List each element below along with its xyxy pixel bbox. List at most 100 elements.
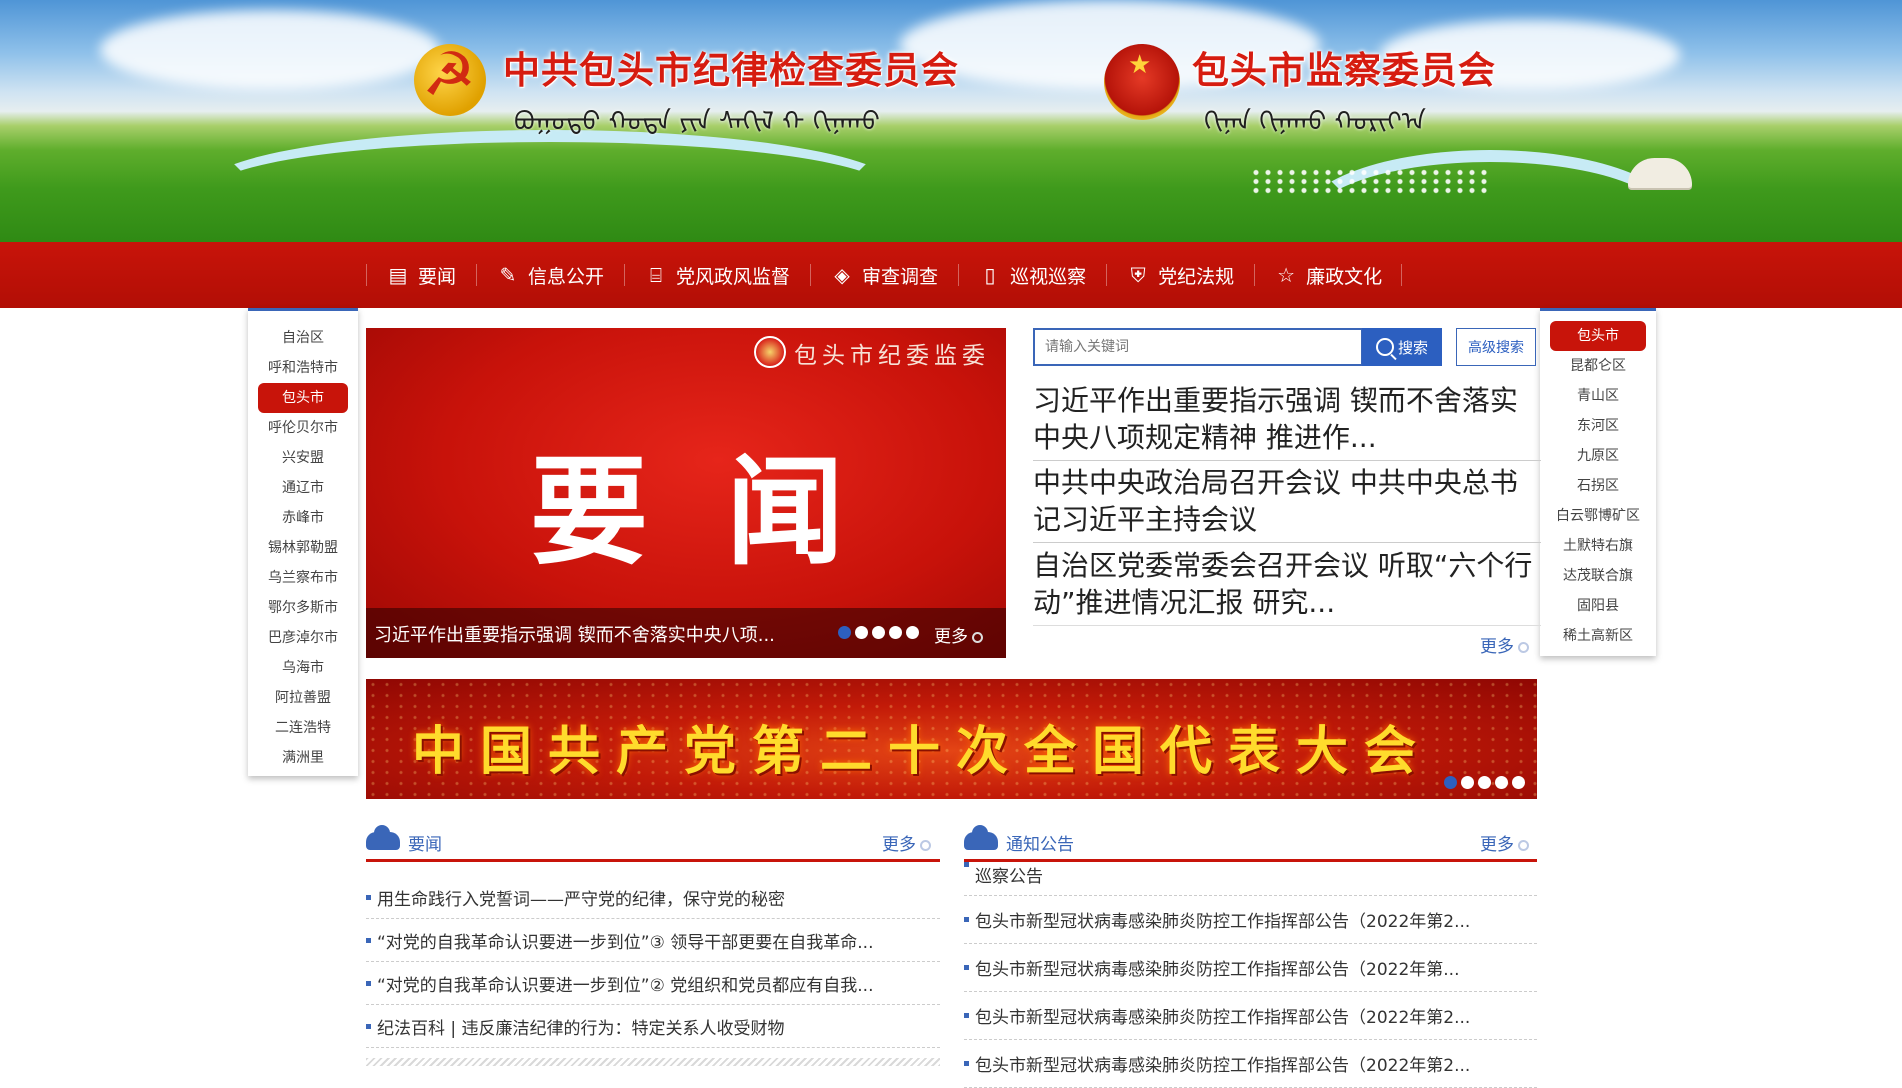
list-item[interactable]: “对党的自我革命认识要进一步到位”③ 领导干部更要在自我革命... <box>366 919 940 962</box>
region-item[interactable]: 呼伦贝尔市 <box>248 413 358 443</box>
slide-dot[interactable] <box>1461 776 1474 789</box>
slideshow-caption[interactable]: 习近平作出重要指示强调 锲而不舍落实中央八项... <box>374 621 824 647</box>
banner-dots <box>1444 776 1525 789</box>
search-icon <box>1375 338 1394 356</box>
discipline-commission-mongolian: ᠪᠤᠭᠤᠲᠤ ᠬᠣᠲᠠ ᠶᠢᠨ ᠰᠠᠬᠢᠯ ᠭ᠋ ᠬᠢᠨᠠᠬᠤ <box>514 107 880 137</box>
nav-label: 审查调查 <box>862 265 939 288</box>
nav-item-conduct-supervision[interactable]: ⌸ 党风政风监督 <box>624 242 810 308</box>
headline-link[interactable]: 习近平作出重要指示强调 锲而不舍落实中央八项规定精神 推进作... <box>1033 382 1541 461</box>
nav-item-info-disclosure[interactable]: ✎ 信息公开 <box>476 242 624 308</box>
search-button-label: 搜索 <box>1397 338 1428 357</box>
more-label: 更多 <box>882 835 916 855</box>
bullet-icon <box>366 980 371 986</box>
region-item-active[interactable]: 包头市 <box>258 383 348 413</box>
district-item[interactable]: 达茂联合旗 <box>1540 561 1656 591</box>
slide-dot[interactable] <box>889 626 902 639</box>
district-item[interactable]: 九原区 <box>1540 441 1656 471</box>
shield-plus-icon: ⛨ <box>1130 263 1146 287</box>
headlines-more-link[interactable]: 更多 <box>1480 632 1529 657</box>
nav-label: 巡视巡察 <box>1010 265 1087 288</box>
slideshow-more-link[interactable]: 更多 <box>934 622 983 647</box>
list-item-text: 包头市新型冠状病毒感染肺炎防控工作指挥部公告（2022年第2... <box>975 912 1471 932</box>
notice-more-link[interactable]: 更多 <box>1480 830 1529 855</box>
commission-logo-icon <box>754 336 786 368</box>
nav-item-investigation[interactable]: ◈ 审查调查 <box>810 242 958 308</box>
auspicious-cloud-icon <box>366 825 400 850</box>
list-item[interactable]: 巡察公告 <box>964 862 1537 896</box>
region-item[interactable]: 满洲里 <box>248 743 358 773</box>
nav-label: 党风政风监督 <box>676 265 791 288</box>
slide-dot[interactable] <box>838 626 851 639</box>
bullet-icon <box>366 937 371 943</box>
nav-label: 党纪法规 <box>1158 265 1235 288</box>
region-item[interactable]: 乌兰察布市 <box>248 563 358 593</box>
more-circle-icon <box>920 839 931 851</box>
slideshow-caption-bar: 习近平作出重要指示强调 锲而不舍落实中央八项... 更多 <box>366 608 1006 658</box>
supervision-commission-title: 包头市监察委员会 <box>1192 48 1496 92</box>
district-item[interactable]: 青山区 <box>1540 381 1656 411</box>
list-item-text: “对党的自我革命认识要进一步到位”③ 领导干部更要在自我革命... <box>377 932 874 953</box>
search-input[interactable] <box>1035 330 1365 364</box>
list-item-text: “对党的自我革命认识要进一步到位”② 党组织和党员都应有自我... <box>377 975 874 996</box>
list-item[interactable]: 纪法百科 | 违反廉洁纪律的行为：特定关系人收受财物 <box>366 1005 940 1048</box>
district-item[interactable]: 石拐区 <box>1540 471 1656 501</box>
region-item[interactable]: 呼和浩特市 <box>248 353 358 383</box>
region-item[interactable]: 乌海市 <box>248 653 358 683</box>
open-book-icon: ▯ <box>984 263 996 287</box>
district-item[interactable]: 白云鄂博矿区 <box>1540 501 1656 531</box>
party-emblem-icon <box>414 40 486 116</box>
more-circle-icon <box>1518 839 1529 851</box>
slide-dot[interactable] <box>855 626 868 639</box>
region-item[interactable]: 通辽市 <box>248 473 358 503</box>
slide-dot[interactable] <box>906 626 919 639</box>
region-item[interactable]: 鄂尔多斯市 <box>248 593 358 623</box>
slide-dot[interactable] <box>1512 776 1525 789</box>
bullet-icon <box>964 965 969 970</box>
nav-item-regulations[interactable]: ⛨ 党纪法规 <box>1106 242 1254 308</box>
list-item-text: 纪法百科 | 违反廉洁纪律的行为：特定关系人收受财物 <box>377 1018 785 1039</box>
advanced-search-button[interactable]: 高级搜索 <box>1456 328 1536 366</box>
search-button[interactable]: 搜索 <box>1362 328 1442 366</box>
district-item[interactable]: 昆都仑区 <box>1540 351 1656 381</box>
district-item[interactable]: 土默特右旗 <box>1540 531 1656 561</box>
district-item[interactable]: 东河区 <box>1540 411 1656 441</box>
list-item[interactable]: “对党的自我革命认识要进一步到位”② 党组织和党员都应有自我... <box>366 962 940 1005</box>
list-item[interactable]: 用生命践行入党誓词——严守党的纪律，保守党的秘密 <box>366 876 940 919</box>
region-item[interactable]: 巴彦淖尔市 <box>248 623 358 653</box>
region-item[interactable]: 自治区 <box>248 323 358 353</box>
headline-link[interactable]: 中共中央政治局召开会议 中共中央总书记习近平主持会议 <box>1033 464 1541 543</box>
region-item[interactable]: 锡林郭勒盟 <box>248 533 358 563</box>
main-nav: ▤ 要闻 ✎ 信息公开 ⌸ 党风政风监督 ◈ 审查调查 ▯ 巡视巡察 ⛨ 党纪法规 ☆ 廉政文… <box>0 242 1902 308</box>
list-divider <box>366 1058 940 1066</box>
list-item-text: 用生命践行入党誓词——严守党的纪律，保守党的秘密 <box>377 889 785 910</box>
slide-dot[interactable] <box>1478 776 1491 789</box>
nav-item-integrity-culture[interactable]: ☆ 廉政文化 <box>1254 242 1403 308</box>
district-item[interactable]: 固阳县 <box>1540 591 1656 621</box>
region-item[interactable]: 阿拉善盟 <box>248 683 358 713</box>
clipboard-icon: ▤ <box>388 263 408 287</box>
bullet-icon <box>366 1023 371 1029</box>
region-item[interactable]: 赤峰市 <box>248 503 358 533</box>
list-item[interactable]: 包头市新型冠状病毒感染肺炎防控工作指挥部公告（2022年第2... <box>964 896 1537 944</box>
slide-dot[interactable] <box>1444 776 1457 789</box>
nav-item-inspection[interactable]: ▯ 巡视巡察 <box>958 242 1106 308</box>
sheep-herd-decoration <box>1250 168 1490 194</box>
list-item[interactable]: 包头市新型冠状病毒感染肺炎防控工作指挥部公告（2022年第2... <box>964 1040 1537 1088</box>
slide-dot[interactable] <box>872 626 885 639</box>
bullet-icon <box>964 862 969 867</box>
headline-link[interactable]: 自治区党委常委会召开会议 听取“六个行动”推进情况汇报 研究... <box>1033 547 1541 626</box>
nav-item-news[interactable]: ▤ 要闻 <box>366 242 476 308</box>
river-decoration <box>200 130 900 242</box>
district-item-active[interactable]: 包头市 <box>1550 321 1646 351</box>
district-item[interactable]: 稀土高新区 <box>1540 621 1656 651</box>
star-icon: ☆ <box>1277 263 1296 287</box>
news-more-link[interactable]: 更多 <box>882 830 931 855</box>
congress-banner[interactable]: 中国共产党第二十次全国代表大会 <box>366 679 1537 799</box>
list-item[interactable]: 包头市新型冠状病毒感染肺炎防控工作指挥部公告（2022年第... <box>964 944 1537 992</box>
region-item[interactable]: 兴安盟 <box>248 443 358 473</box>
region-item[interactable]: 二连浩特 <box>248 713 358 743</box>
slide-dot[interactable] <box>1495 776 1508 789</box>
more-label: 更多 <box>1480 835 1514 855</box>
list-item[interactable]: 包头市新型冠状病毒感染肺炎防控工作指挥部公告（2022年第2... <box>964 992 1537 1040</box>
headline-slideshow[interactable]: 包头市纪委监委 要闻 习近平作出重要指示强调 锲而不舍落实中央八项... 更多 <box>366 328 1006 658</box>
